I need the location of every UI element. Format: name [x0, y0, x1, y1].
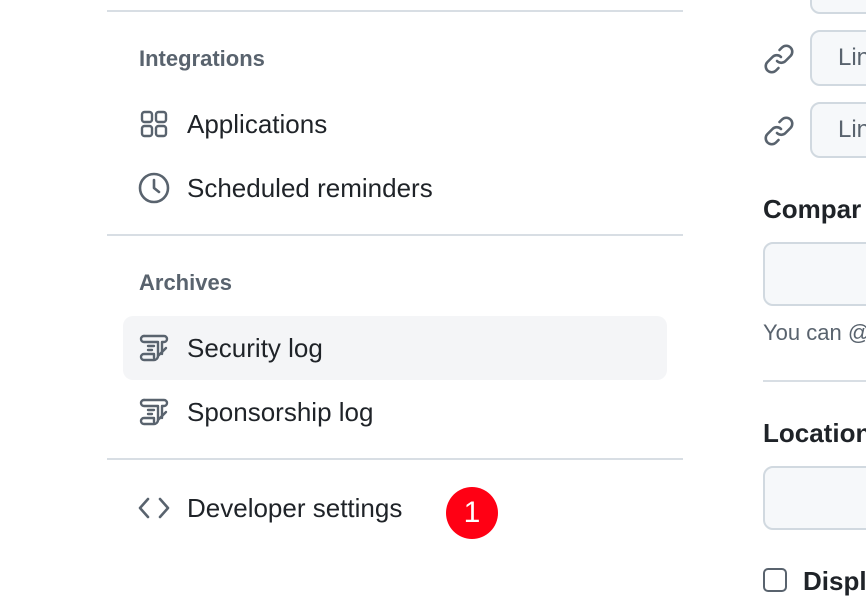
sidebar-item-label: Developer settings [187, 492, 403, 523]
input-placeholder: Lin [838, 116, 866, 143]
link-icon [762, 42, 796, 81]
section-title-archives: Archives [139, 270, 232, 295]
company-input[interactable] [763, 242, 866, 306]
divider [763, 380, 866, 382]
section-title-integrations: Integrations [139, 46, 265, 71]
divider [107, 458, 683, 460]
sidebar-item-developer-settings[interactable]: Developer settings [123, 476, 453, 540]
sidebar-item-scheduled-reminders[interactable]: Scheduled reminders [123, 156, 667, 220]
divider [107, 10, 683, 12]
apps-grid-icon [137, 107, 171, 141]
sidebar-item-label: Scheduled reminders [187, 172, 433, 203]
link-icon [762, 114, 796, 153]
sidebar-item-sponsorship-log[interactable]: Sponsorship log [123, 380, 667, 444]
social-link-input[interactable]: Lin [810, 30, 866, 86]
sidebar-item-security-log[interactable]: Security log [123, 316, 667, 380]
input-placeholder: Lin [838, 44, 866, 71]
company-label: Compar [763, 194, 862, 224]
social-link-input[interactable]: Lin [810, 102, 866, 158]
display-checkbox[interactable] [763, 568, 787, 592]
sidebar-item-applications[interactable]: Applications [123, 92, 667, 156]
display-checkbox-label: Displ [803, 566, 866, 596]
social-link-input-top[interactable] [810, 0, 866, 14]
sidebar-item-label: Sponsorship log [187, 396, 374, 427]
clock-icon [137, 171, 171, 205]
divider [107, 234, 683, 236]
location-label: Location [763, 418, 866, 448]
log-icon [137, 331, 171, 365]
notification-badge: 1 [446, 487, 498, 539]
sidebar-item-label: Applications [187, 108, 328, 139]
code-icon [137, 491, 171, 525]
company-hint: You can @ [763, 320, 866, 345]
location-input[interactable] [763, 466, 866, 530]
log-icon [137, 395, 171, 429]
sidebar-item-label: Security log [187, 332, 323, 363]
